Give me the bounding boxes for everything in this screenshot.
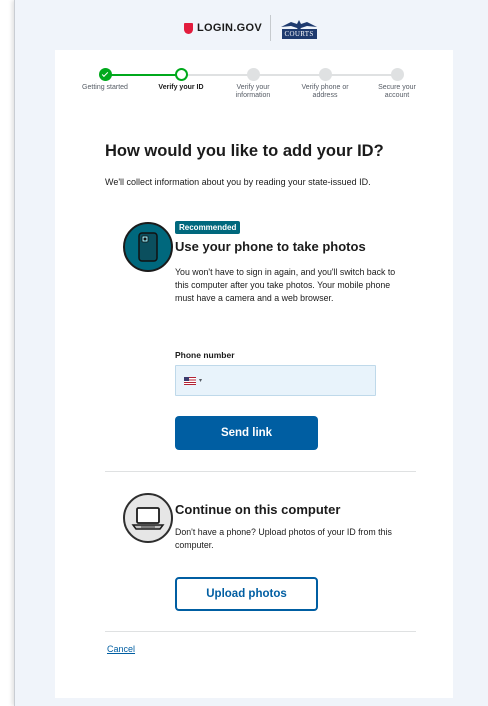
phone-option-heading: Use your phone to take photos [175,239,366,254]
current-step-icon [174,68,188,81]
section-divider [105,471,416,472]
phone-number-input[interactable] [206,366,375,395]
main-card: Getting started Verify your ID Verify yo… [55,50,453,698]
step-indicator: Getting started Verify your ID Verify yo… [55,68,453,128]
cancel-link[interactable]: Cancel [107,644,135,654]
step-verify-phone: Verify phone or address [290,68,360,100]
page-title: How would you like to add your ID? [105,142,384,160]
section-divider [105,631,416,632]
step-verify-id: Verify your ID [146,68,216,92]
us-flag-icon[interactable] [184,376,196,385]
header-divider [270,15,272,41]
courts-logo: COURTS [279,18,319,39]
step-secure-account: Secure your account [362,68,432,100]
recommended-badge-wrap: Recommended [175,217,480,235]
phone-option-description: You won't have to sign in again, and you… [175,267,396,304]
computer-option-description: Don't have a phone? Upload photos of you… [175,527,392,551]
check-icon [98,68,112,81]
upload-photos-button[interactable]: Upload photos [175,577,318,611]
phone-number-field: ▾ [175,365,376,396]
login-gov-logo: LOGIN.GOV [183,22,263,34]
phone-camera-icon [123,222,173,272]
upcoming-step-icon [318,68,332,81]
phone-number-label: Phone number [175,350,235,360]
step-label: Getting started [82,84,128,91]
step-label: Verify phone or address [301,84,349,100]
laptop-icon [123,493,173,543]
site-header: LOGIN.GOV COURTS [15,10,488,46]
step-getting-started: Getting started [70,68,140,92]
step-label: Verify your information [235,84,271,100]
upcoming-step-icon [390,68,404,81]
country-dropdown-icon[interactable]: ▾ [199,377,202,384]
step-label: Verify your ID [158,84,204,91]
shield-icon [183,22,193,34]
recommended-badge: Recommended [175,221,241,234]
computer-option-heading: Continue on this computer [175,502,341,517]
step-label: Secure your account [378,84,416,100]
step-verify-information: Verify your information [218,68,288,100]
upcoming-step-icon [246,68,260,81]
brand-name: LOGIN.GOV [196,22,263,34]
courts-logo-text: COURTS [281,28,317,39]
page-intro: We'll collect information about you by r… [105,177,371,187]
browser-frame: LOGIN.GOV COURTS Getting started Verify … [14,0,488,706]
send-link-button[interactable]: Send link [175,416,318,450]
